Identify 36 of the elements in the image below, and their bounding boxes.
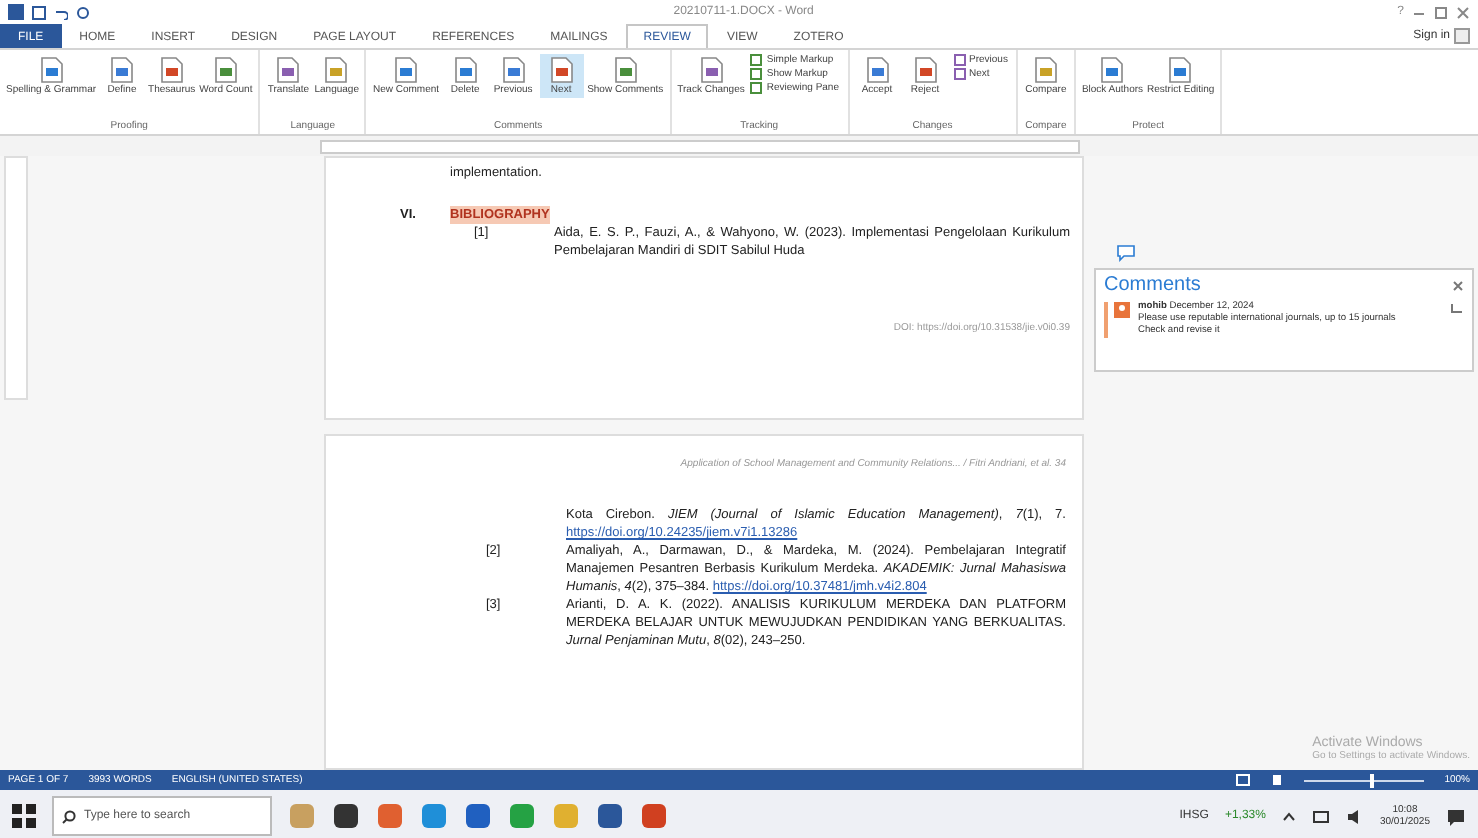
document-icon [322, 56, 351, 84]
notification-icon[interactable] [1446, 807, 1466, 825]
comment-balloon-icon[interactable] [1116, 244, 1136, 262]
undo-icon[interactable] [54, 5, 68, 19]
chevron-up-icon[interactable] [1281, 811, 1296, 821]
taskbar-app-icon[interactable] [464, 802, 492, 830]
read-mode-icon[interactable] [1236, 774, 1251, 786]
document-icon [697, 56, 725, 84]
document-icon [108, 56, 137, 84]
document-icon [1031, 56, 1060, 84]
document-icon [392, 56, 421, 84]
maximize-icon[interactable] [1434, 5, 1448, 19]
close-icon[interactable] [1452, 279, 1464, 291]
document-icon [1098, 56, 1127, 84]
avatar-icon [1454, 28, 1470, 44]
print-layout-icon[interactable] [1270, 774, 1285, 786]
document-icon [37, 56, 65, 84]
search-icon [62, 809, 76, 823]
document-icon [274, 56, 303, 84]
document-icon [911, 56, 939, 84]
document-icon [157, 56, 186, 84]
taskbar-app-icon[interactable] [332, 802, 360, 830]
document-icon [547, 56, 576, 84]
document-icon [863, 56, 891, 84]
windows-start-icon[interactable] [12, 804, 36, 828]
pane-title: Comments [1104, 274, 1203, 296]
reply-icon[interactable] [1450, 302, 1464, 314]
document-icon [499, 56, 528, 84]
document-icon [451, 56, 480, 84]
document-icon [1166, 56, 1195, 84]
save-icon[interactable] [32, 5, 46, 19]
document-icon [211, 56, 240, 84]
close-icon[interactable] [1456, 5, 1470, 19]
document-icon [611, 56, 640, 84]
taskbar-app-icon[interactable] [596, 802, 624, 830]
speaker-icon[interactable] [1345, 809, 1364, 823]
